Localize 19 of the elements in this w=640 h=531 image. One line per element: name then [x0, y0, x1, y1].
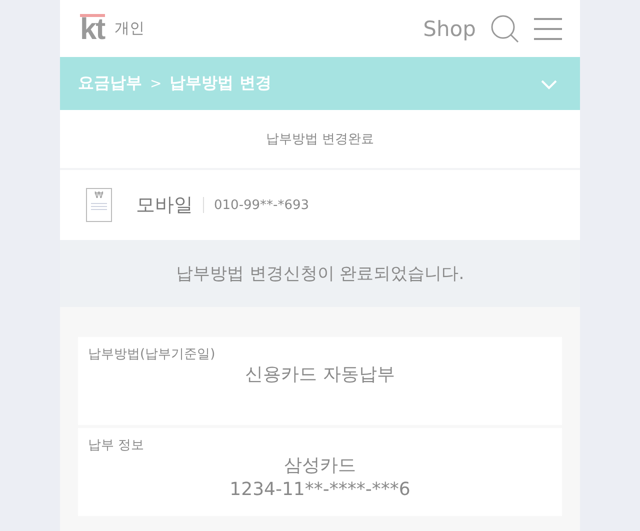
chevron-icon[interactable]: [540, 78, 558, 90]
page-title: 납부방법 변경완료: [60, 110, 580, 170]
menu-icon[interactable]: [534, 16, 562, 40]
logo[interactable]: kt: [80, 14, 105, 43]
card-value: 1234-11**-****-***6: [230, 478, 410, 502]
card-label: 납부방법(납부기준일): [88, 346, 216, 363]
breadcrumb-separator: >: [150, 76, 162, 92]
card-label: 납부 정보: [88, 437, 144, 454]
search-icon[interactable]: [490, 14, 520, 44]
card-value: 삼성카드: [284, 454, 356, 478]
service-name: 모바일: [136, 193, 193, 218]
shop-link[interactable]: Shop: [423, 16, 476, 40]
bill-icon: ₩: [86, 188, 112, 222]
section-label: 개인: [114, 19, 145, 38]
card-value: 신용카드 자동납부: [245, 363, 395, 387]
completion-message: 납부방법 변경신청이 완료되었습니다.: [176, 263, 464, 285]
phone-number: 010-99**-*693: [214, 198, 310, 212]
breadcrumb-link[interactable]: 요금납부: [78, 73, 142, 94]
breadcrumb-link[interactable]: 납부방법 변경: [170, 73, 272, 94]
